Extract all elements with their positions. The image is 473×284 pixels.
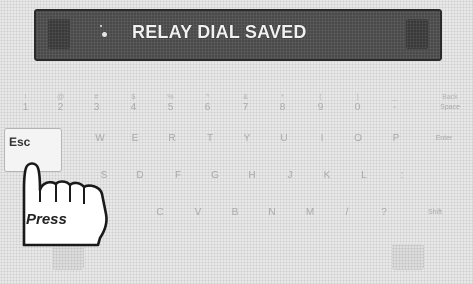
backspace-key[interactable]: Back Space — [433, 93, 467, 119]
display-segment-right — [406, 19, 428, 49]
key-4-shift-label: $ — [131, 94, 136, 101]
key-3[interactable]: #3 — [83, 93, 110, 119]
key-n[interactable]: N — [258, 206, 286, 228]
key-3-label: 3 — [93, 102, 100, 113]
key-i[interactable]: I — [308, 132, 336, 154]
key-j[interactable]: J — [276, 169, 304, 191]
key-9-shift-label: ( — [319, 94, 322, 101]
key-6-label: 6 — [204, 102, 211, 113]
esc-key-label: Esc — [9, 135, 31, 149]
key-1[interactable]: ! 1 — [12, 93, 39, 119]
key-h[interactable]: H — [238, 169, 266, 191]
key-1-label: 1 — [22, 102, 29, 113]
key-5-label: 5 — [167, 102, 174, 113]
device-face: RELAY DIAL SAVED ! 1 @2 #3 $4 % 5 ^ 6 & 7 * 8… — [0, 0, 473, 284]
key-3-shift-label: # — [94, 94, 99, 101]
key-o[interactable]: O — [344, 132, 372, 154]
key-minus-shift-label: _ — [392, 94, 397, 101]
status-display: RELAY DIAL SAVED — [34, 9, 442, 61]
key-p[interactable]: P — [382, 132, 410, 154]
key-7[interactable]: & 7 — [232, 93, 259, 119]
key-minus[interactable]: _ - — [381, 93, 408, 119]
key-6[interactable]: ^ 6 — [194, 93, 221, 119]
key-slash[interactable]: / — [333, 206, 361, 228]
key-b[interactable]: B — [221, 206, 249, 228]
key-9-label: 9 — [317, 102, 324, 113]
key-8-label: 8 — [279, 102, 286, 113]
key-u[interactable]: U — [270, 132, 298, 154]
key-d[interactable]: D — [126, 169, 154, 191]
key-l[interactable]: L — [350, 169, 378, 191]
key-4-label: 4 — [130, 102, 137, 113]
indicator-dot — [102, 32, 107, 37]
key-0[interactable]: ) 0 — [344, 93, 371, 119]
key-7-label: 7 — [242, 102, 249, 113]
display-segment-left — [48, 19, 70, 49]
key-f[interactable]: F — [164, 169, 192, 191]
key-7-shift-label: & — [243, 94, 248, 101]
key-r[interactable]: R — [158, 132, 186, 154]
key-8-shift-label: * — [281, 94, 284, 101]
indicator-dot-small — [100, 25, 102, 27]
key-0-label: 0 — [354, 102, 361, 113]
key-9[interactable]: (9 — [307, 93, 334, 119]
key-v[interactable]: V — [184, 206, 212, 228]
key-2[interactable]: @2 — [47, 93, 74, 119]
key-5[interactable]: % 5 — [157, 93, 184, 119]
key-k[interactable]: K — [313, 169, 341, 191]
key-g[interactable]: G — [201, 169, 229, 191]
key-question[interactable]: ? — [370, 206, 398, 228]
key-c[interactable]: C — [146, 206, 174, 228]
pointing-hand-icon — [22, 162, 108, 247]
key-1-shift-label: ! — [24, 94, 27, 101]
key-8[interactable]: * 8 — [269, 93, 296, 119]
key-0-shift-label: ) — [356, 94, 359, 101]
press-instruction-label: Press — [26, 211, 67, 228]
key-2-shift-label: @ — [56, 94, 65, 101]
key-e[interactable]: E — [121, 132, 149, 154]
shift-key[interactable]: Shift — [418, 206, 452, 228]
key-colon[interactable]: : — [388, 169, 416, 191]
key-t[interactable]: T — [196, 132, 224, 154]
key-y[interactable]: Y — [233, 132, 261, 154]
backspace-label-top: Back — [442, 94, 458, 101]
key-minus-label: - — [392, 102, 397, 113]
key-m[interactable]: M — [296, 206, 324, 228]
enter-key[interactable]: Enter — [424, 132, 464, 154]
key-2-label: 2 — [57, 102, 64, 113]
key-6-shift-label: ^ — [205, 94, 210, 101]
key-5-shift-label: % — [167, 94, 174, 101]
function-key-right[interactable] — [392, 244, 424, 270]
key-4[interactable]: $4 — [120, 93, 147, 119]
backspace-label: Space — [440, 104, 460, 111]
display-message: RELAY DIAL SAVED — [132, 22, 307, 42]
